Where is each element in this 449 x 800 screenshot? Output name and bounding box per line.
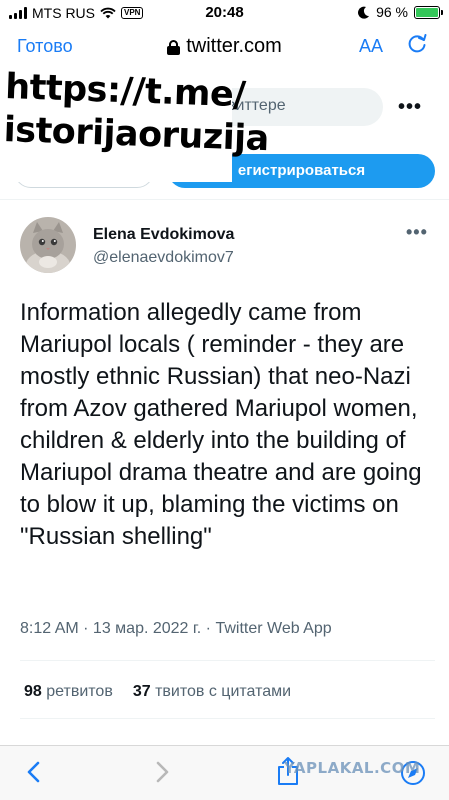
tweet-more-icon[interactable]: •••	[406, 222, 428, 243]
reload-icon	[408, 34, 427, 53]
url-text: twitter.com	[186, 35, 282, 57]
reload-button[interactable]	[406, 32, 428, 61]
moon-icon	[358, 6, 370, 19]
retweets-link[interactable]: 98 ретвитов	[24, 683, 113, 700]
lock-icon	[167, 40, 181, 55]
tweet-stats: 98 ретвитов 37 твитов с цитатами	[24, 683, 291, 701]
divider	[20, 660, 435, 661]
cat-avatar-icon	[20, 217, 76, 273]
avatar[interactable]	[20, 217, 76, 273]
chevron-left-icon	[27, 761, 40, 783]
author-handle[interactable]: @elenaevdokimov7	[93, 249, 234, 267]
more-options-icon[interactable]: •••	[398, 96, 422, 119]
back-button[interactable]	[26, 760, 42, 789]
watermark-line-2: istorijaoruzija	[3, 109, 270, 160]
quotes-count: 37	[132, 683, 151, 700]
divider	[20, 718, 435, 719]
yaplakal-watermark: YAPLAKAL.COM	[284, 759, 421, 777]
retweets-count: 98	[24, 683, 42, 700]
watermark-text: https://t.me/ istorijaoruzija	[3, 66, 271, 161]
status-bar: MTS RUS VPN 20:48 96 %	[0, 0, 449, 26]
divider	[0, 199, 449, 200]
tweet-timestamp[interactable]: 8:12 AM · 13 мар. 2022 г. · Twitter Web …	[20, 620, 332, 638]
tweet-text: Information allegedly came from Mariupol…	[20, 299, 422, 550]
aa-label: AA	[359, 36, 384, 56]
battery-icon	[414, 5, 443, 19]
retweets-label: ретвитов	[46, 683, 113, 700]
reader-text-size-button[interactable]: AA	[359, 36, 383, 57]
chevron-right-icon	[156, 761, 169, 783]
quotes-link[interactable]: 37 твитов с цитатами	[133, 683, 291, 700]
battery-percent: 96 %	[376, 4, 408, 20]
quotes-label: твитов с цитатами	[155, 683, 292, 700]
forward-button[interactable]	[154, 760, 170, 789]
author-name[interactable]: Elena Evdokimova	[93, 226, 234, 244]
